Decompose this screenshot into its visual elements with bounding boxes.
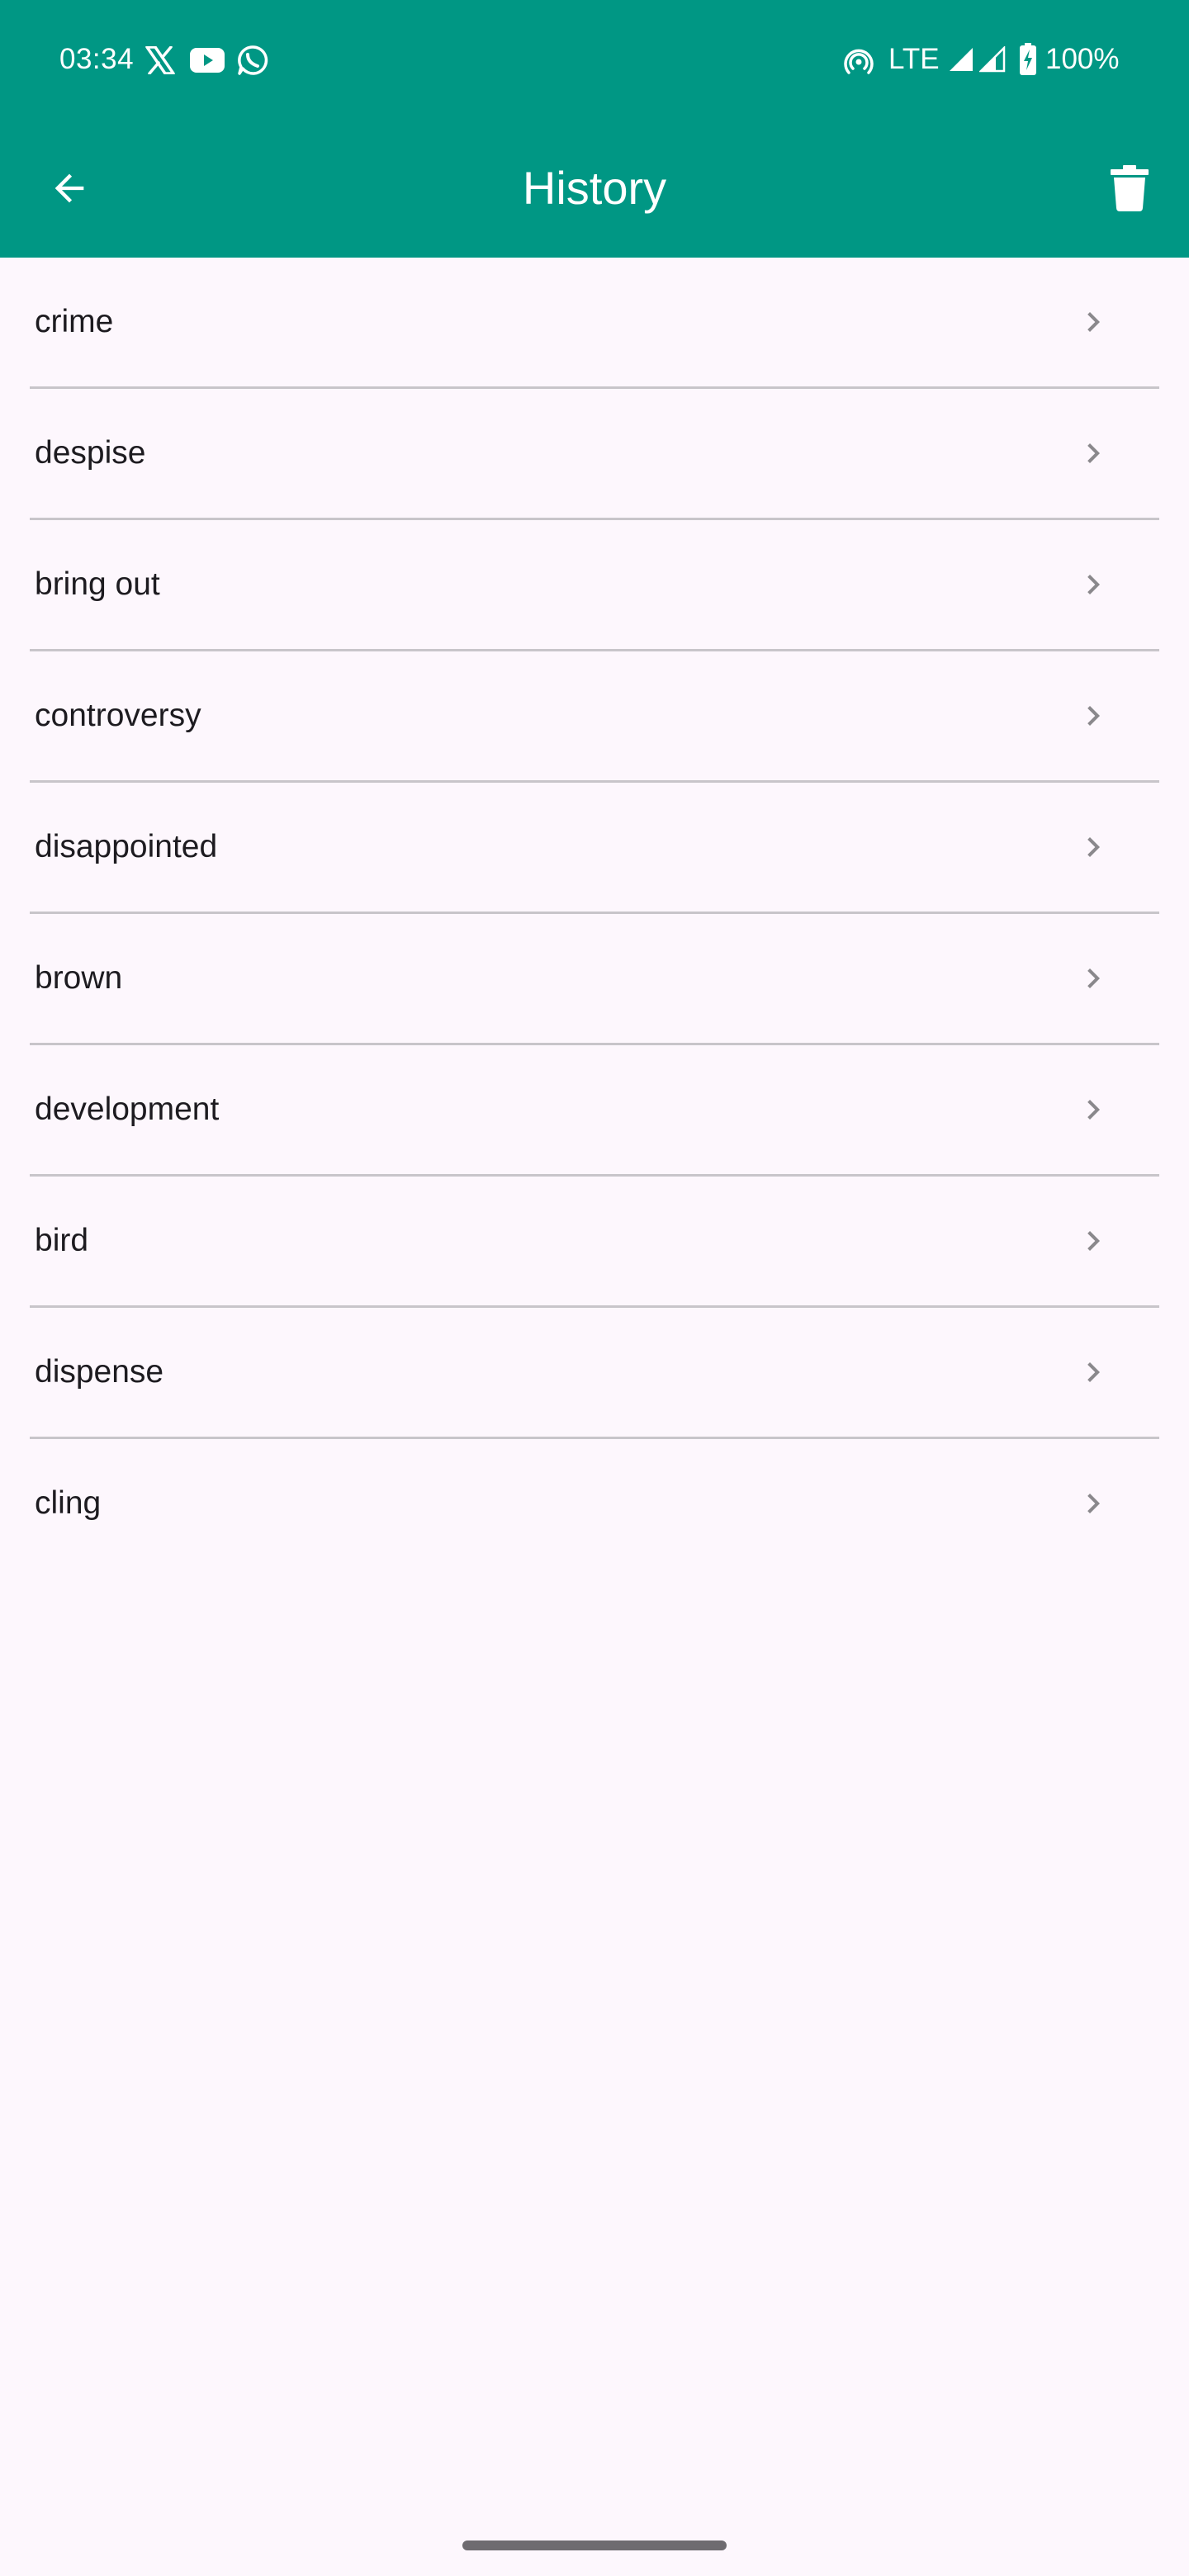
chevron-right-icon bbox=[1087, 706, 1100, 726]
toolbar: History bbox=[0, 121, 1189, 258]
battery-charging-icon bbox=[1020, 43, 1036, 75]
network-type: LTE bbox=[888, 43, 940, 75]
battery-percent: 100% bbox=[1045, 43, 1120, 75]
history-item[interactable]: cling bbox=[30, 1439, 1159, 1568]
whatsapp-icon bbox=[238, 45, 268, 75]
chevron-right-icon bbox=[1087, 1100, 1100, 1120]
chevron-right-icon bbox=[1087, 443, 1100, 463]
history-item-label: controversy bbox=[35, 698, 201, 733]
chevron-right-icon bbox=[1087, 575, 1100, 594]
history-item-label: despise bbox=[35, 435, 146, 471]
hotspot-icon bbox=[844, 49, 874, 74]
history-item-label: dispense bbox=[35, 1354, 164, 1390]
signal-icon bbox=[950, 48, 973, 71]
chevron-right-icon bbox=[1087, 1494, 1100, 1513]
chevron-right-icon bbox=[1087, 837, 1100, 857]
history-item-label: disappointed bbox=[35, 829, 218, 864]
chevron-right-icon bbox=[1087, 1362, 1100, 1382]
history-item-label: bird bbox=[35, 1223, 89, 1258]
history-item-label: bring out bbox=[35, 566, 160, 602]
history-item-label: cling bbox=[35, 1485, 102, 1521]
page-title: History bbox=[522, 162, 667, 214]
youtube-icon bbox=[190, 48, 225, 73]
history-item[interactable]: development bbox=[30, 1045, 1159, 1177]
app-bar: 03:34 LTE 100% History bbox=[0, 0, 1189, 258]
trash-icon bbox=[1111, 165, 1149, 211]
history-item-label: brown bbox=[35, 960, 123, 996]
history-item[interactable]: disappointed bbox=[30, 783, 1159, 914]
status-bar: 03:34 LTE 100% bbox=[0, 0, 1189, 121]
history-item-label: crime bbox=[35, 304, 114, 339]
chevron-right-icon bbox=[1087, 312, 1100, 332]
signal-icon-2 bbox=[979, 46, 1006, 73]
history-item[interactable]: crime bbox=[30, 258, 1159, 389]
x-app-icon bbox=[145, 46, 175, 74]
status-time: 03:34 bbox=[59, 43, 135, 75]
history-item[interactable]: dispense bbox=[30, 1308, 1159, 1439]
history-item[interactable]: controversy bbox=[30, 651, 1159, 783]
history-item[interactable]: bring out bbox=[30, 520, 1159, 651]
delete-history-button[interactable] bbox=[1095, 154, 1164, 223]
history-list: crime despise bring out controversy disa… bbox=[0, 258, 1189, 1568]
chevron-right-icon bbox=[1087, 1231, 1100, 1251]
history-item[interactable]: despise bbox=[30, 389, 1159, 520]
history-item[interactable]: bird bbox=[30, 1177, 1159, 1308]
history-item[interactable]: brown bbox=[30, 914, 1159, 1045]
home-indicator[interactable] bbox=[462, 2540, 727, 2550]
history-item-label: development bbox=[35, 1091, 220, 1127]
chevron-right-icon bbox=[1087, 968, 1100, 988]
